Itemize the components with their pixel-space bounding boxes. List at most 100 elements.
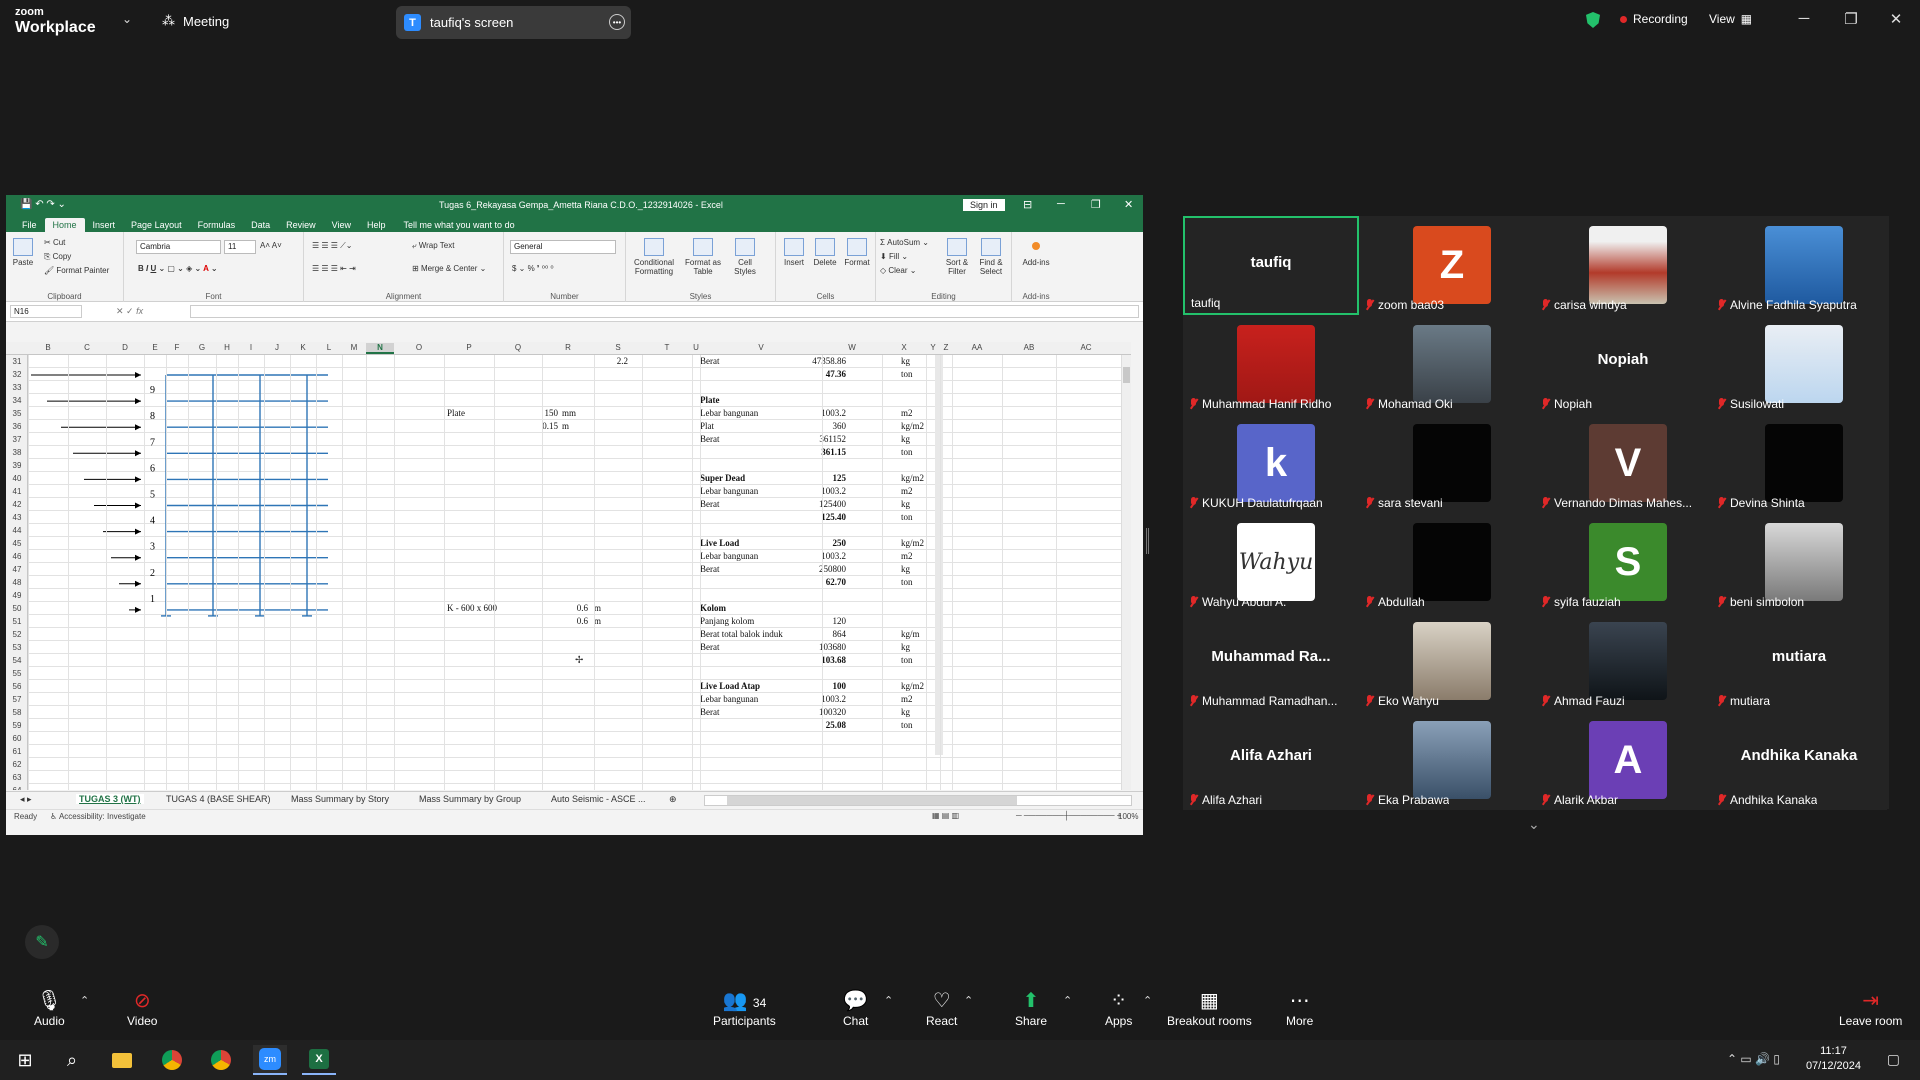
row-header-45[interactable]: 45 — [6, 537, 28, 550]
cells-area[interactable]: 9876543214444444444 2.2 Plate 150 mm 0.1… — [28, 355, 1131, 790]
ribbon-tab-review[interactable]: Review — [278, 218, 324, 232]
cut-button[interactable]: ✂ Cut — [44, 238, 65, 247]
participant-tile[interactable]: A Alarik Akbar — [1535, 711, 1711, 810]
security-indicator[interactable] — [1586, 12, 1600, 28]
row-header-46[interactable]: 46 — [6, 550, 28, 563]
delete-cells-button[interactable]: Delete — [810, 238, 840, 267]
row-header-59[interactable]: 59 — [6, 719, 28, 732]
react-button[interactable]: ♡ React — [926, 988, 957, 1028]
merge-center-button[interactable]: ⊞ Merge & Center ⌄ — [412, 264, 486, 273]
search-icon[interactable]: ⌕ — [55, 1045, 89, 1075]
ribbon-tab-file[interactable]: File — [14, 218, 45, 232]
view-mode-buttons[interactable]: ▦ ▤ ▥ — [932, 811, 959, 820]
row-header-47[interactable]: 47 — [6, 563, 28, 576]
ribbon-tab-page-layout[interactable]: Page Layout — [123, 218, 190, 232]
column-header-k[interactable]: K — [290, 343, 316, 352]
participant-tile[interactable]: Zzoom baa03 — [1359, 216, 1535, 315]
chevron-down-icon[interactable]: ⌄ — [122, 12, 132, 26]
column-header-i[interactable]: I — [238, 343, 264, 352]
column-header-u[interactable]: U — [692, 343, 700, 352]
annotate-pen-icon[interactable]: ✎ — [25, 925, 59, 959]
format-as-table-button[interactable]: Format as Table — [682, 238, 724, 276]
share-button[interactable]: ⬆ Share — [1015, 988, 1047, 1028]
participant-tile[interactable]: Eko Wahyu — [1359, 612, 1535, 711]
column-header-d[interactable]: D — [106, 343, 144, 352]
column-header-g[interactable]: G — [188, 343, 216, 352]
participant-tile[interactable]: beni simbolon — [1711, 513, 1887, 612]
number-format-select[interactable]: General — [510, 240, 616, 254]
leave-room-button[interactable]: ⇥ Leave room — [1839, 988, 1902, 1028]
excel-close-button[interactable]: ✕ — [1124, 198, 1133, 211]
vertical-align-buttons[interactable]: ☰ ☰ ☰ ⟋⌄ — [312, 241, 353, 251]
paste-button[interactable]: Paste — [12, 238, 34, 267]
row-header-39[interactable]: 39 — [6, 459, 28, 472]
row-header-42[interactable]: 42 — [6, 498, 28, 511]
react-options-caret[interactable]: ⌃ — [964, 994, 973, 1007]
bold-button[interactable]: B I U ⌄ ▢ ⌄ ◈ ⌄ A ⌄ — [138, 264, 218, 273]
row-header-48[interactable]: 48 — [6, 576, 28, 589]
row-header-33[interactable]: 33 — [6, 381, 28, 394]
participant-tile[interactable]: Muhammad Hanif Ridho — [1183, 315, 1359, 414]
fill-button[interactable]: ⬇ Fill ⌄ — [880, 252, 908, 261]
sheet-tab[interactable]: Mass Summary by Story — [291, 794, 389, 804]
horizontal-align-buttons[interactable]: ☰ ☰ ☰ ⇤ ⇥ — [312, 264, 356, 273]
sign-in-button[interactable]: Sign in — [963, 199, 1005, 211]
wrap-text-button[interactable]: ⤶ Wrap Text — [412, 241, 454, 251]
share-options-caret[interactable]: ⌃ — [1063, 994, 1072, 1007]
worksheet-grid[interactable]: B C D E F G H I J K L M N O P Q R S T U V W X Y Z AA AB AC 31 32 33 34… — [6, 342, 1131, 790]
font-size-select[interactable]: 11 — [224, 240, 256, 254]
quick-access-icons[interactable]: 💾 ↶ ↷ ⌄ — [20, 199, 66, 210]
close-button[interactable]: ✕ — [1886, 10, 1906, 28]
format-cells-button[interactable]: Format — [842, 238, 872, 267]
row-header-40[interactable]: 40 — [6, 472, 28, 485]
format-painter-button[interactable]: 🖌 Format Painter — [44, 266, 109, 275]
sheet-tab[interactable]: Mass Summary by Group — [419, 794, 521, 804]
breakout-rooms-button[interactable]: ▦ Breakout rooms — [1167, 988, 1252, 1028]
column-header-x[interactable]: X — [882, 343, 926, 352]
apps-options-caret[interactable]: ⌃ — [1143, 994, 1152, 1007]
row-header-56[interactable]: 56 — [6, 680, 28, 693]
audio-options-caret[interactable]: ⌃ — [80, 994, 89, 1007]
sheet-tab[interactable]: TUGAS 3 (WT) — [76, 794, 144, 804]
ribbon-tab-view[interactable]: View — [324, 218, 359, 232]
excel-minimize-button[interactable]: ─ — [1057, 198, 1065, 210]
column-header-f[interactable]: F — [166, 343, 188, 352]
excel-restore-button[interactable]: ❐ — [1091, 198, 1101, 211]
scroll-thumb[interactable] — [1123, 367, 1130, 383]
participant-tile[interactable]: k KUKUH Daulatufrqaan — [1183, 414, 1359, 513]
column-header-e[interactable]: E — [144, 343, 166, 352]
restore-button[interactable]: ❐ — [1841, 10, 1861, 28]
ribbon-tab-help[interactable]: Help — [359, 218, 394, 232]
ribbon-tab-insert[interactable]: Insert — [85, 218, 124, 232]
column-header-j[interactable]: J — [264, 343, 290, 352]
row-header-35[interactable]: 35 — [6, 407, 28, 420]
column-header-h[interactable]: H — [216, 343, 238, 352]
chat-button[interactable]: 💬 Chat — [843, 988, 868, 1028]
row-header-53[interactable]: 53 — [6, 641, 28, 654]
row-header-41[interactable]: 41 — [6, 485, 28, 498]
ribbon-tab-data[interactable]: Data — [243, 218, 278, 232]
ribbon-tab-formulas[interactable]: Formulas — [190, 218, 244, 232]
row-header-32[interactable]: 32 — [6, 368, 28, 381]
tell-me-search[interactable]: Tell me what you want to do — [400, 218, 519, 232]
participant-tile[interactable]: Eka Prabawa — [1359, 711, 1535, 810]
participant-tile[interactable]: V Vernando Dimas Mahes... — [1535, 414, 1711, 513]
taskbar-clock[interactable]: 11:17 07/12/2024 — [1806, 1044, 1861, 1074]
row-header-60[interactable]: 60 — [6, 732, 28, 745]
column-header-aa[interactable]: AA — [952, 343, 1002, 352]
participant-tile[interactable]: Andhika Kanaka Andhika Kanaka — [1711, 711, 1887, 810]
row-header-38[interactable]: 38 — [6, 446, 28, 459]
conditional-formatting-button[interactable]: Conditional Formatting — [630, 238, 678, 276]
row-header-61[interactable]: 61 — [6, 745, 28, 758]
sheet-tab[interactable]: Auto Seismic - ASCE ... — [551, 794, 646, 804]
row-header-62[interactable]: 62 — [6, 758, 28, 771]
participant-tile[interactable]: Abdullah — [1359, 513, 1535, 612]
chrome-profile-icon[interactable] — [204, 1045, 238, 1075]
number-format-buttons[interactable]: $ ⌄ % ❜ ⁰⁰ ⁰ — [512, 264, 554, 273]
horizontal-scroll-thumb[interactable] — [727, 796, 1017, 805]
row-header-43[interactable]: 43 — [6, 511, 28, 524]
column-header-o[interactable]: O — [394, 343, 444, 352]
column-header-t[interactable]: T — [642, 343, 692, 352]
insert-cells-button[interactable]: Insert — [780, 238, 808, 267]
sheet-nav-arrows[interactable]: ◂ ▸ — [20, 794, 32, 805]
